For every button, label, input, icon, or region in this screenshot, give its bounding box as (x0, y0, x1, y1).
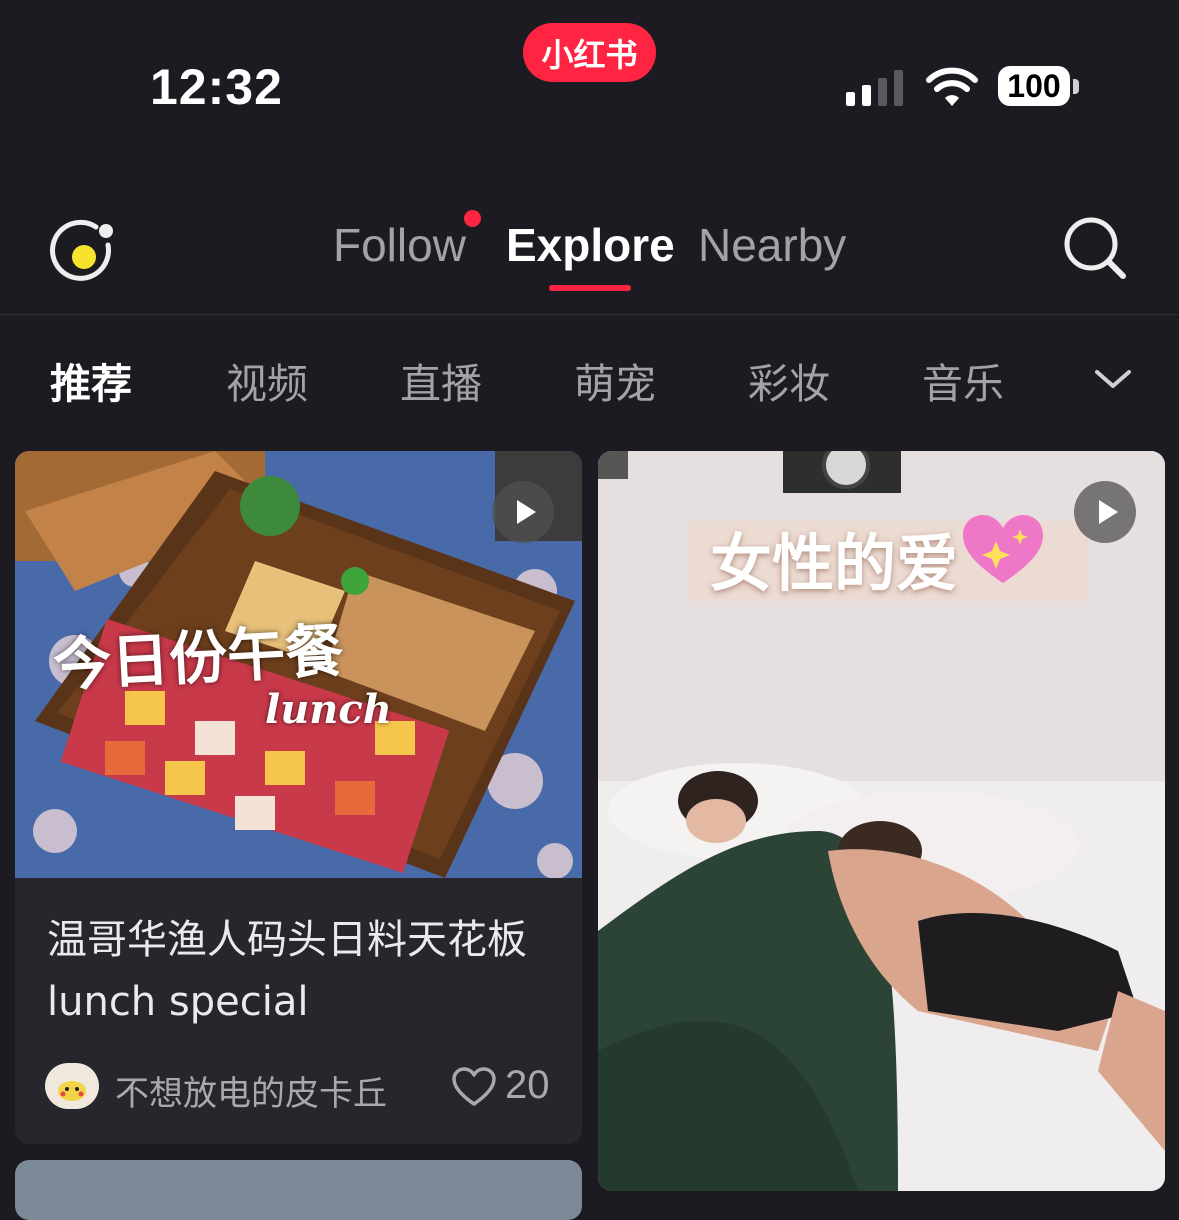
top-nav: Follow Explore Nearby (0, 190, 1179, 315)
channel-bar: 推荐 视频 直播 萌宠 彩妆 音乐 (0, 340, 1179, 420)
channel-music[interactable]: 音乐 (922, 350, 1004, 410)
active-tab-indicator (549, 285, 631, 291)
card-title[interactable]: 温哥华渔人码头日料天花板lunch special (47, 909, 557, 1033)
feed-card[interactable]: 今日份午餐 lunch 温哥华渔人码头日料天花板lunch special 不想… (15, 451, 582, 1144)
video-play-button[interactable] (492, 481, 554, 543)
feed-card[interactable]: 女性的爱 (598, 451, 1165, 1191)
signal-icon (846, 70, 903, 106)
like-count: 20 (505, 1063, 550, 1107)
cover-overlay-title: 女性的爱 (710, 527, 959, 600)
search-icon[interactable] (1063, 216, 1127, 280)
chevron-down-icon[interactable] (1093, 364, 1133, 394)
channel-recommend[interactable]: 推荐 (50, 350, 132, 410)
cover-overlay-subtitle: lunch (265, 686, 392, 733)
feed-card[interactable] (15, 1160, 582, 1220)
video-play-button[interactable] (1074, 481, 1136, 543)
play-icon (517, 500, 536, 524)
status-time: 12:32 (150, 59, 283, 115)
author-name[interactable]: 不想放电的皮卡丘 (115, 1066, 387, 1115)
app-badge[interactable]: 小红书 (523, 23, 656, 82)
channel-video[interactable]: 视频 (226, 350, 308, 410)
battery-icon: 100 (998, 66, 1079, 108)
pikachu-avatar-icon (58, 1081, 86, 1101)
capture-icon[interactable] (50, 217, 118, 285)
channel-makeup[interactable]: 彩妆 (748, 350, 830, 410)
battery-level: 100 (998, 66, 1070, 106)
battery-tip (1073, 79, 1079, 94)
channel-pets[interactable]: 萌宠 (574, 350, 656, 410)
tab-follow[interactable]: Follow (333, 218, 466, 272)
follow-notification-dot (464, 210, 481, 227)
avatar[interactable] (45, 1063, 99, 1109)
play-icon (1099, 500, 1118, 524)
channel-live[interactable]: 直播 (400, 350, 482, 410)
tab-explore[interactable]: Explore (506, 218, 675, 272)
heart-icon[interactable] (452, 1067, 496, 1107)
wifi-icon (926, 67, 978, 106)
tab-nearby[interactable]: Nearby (698, 218, 846, 272)
sparkling-heart-icon (963, 515, 1043, 583)
